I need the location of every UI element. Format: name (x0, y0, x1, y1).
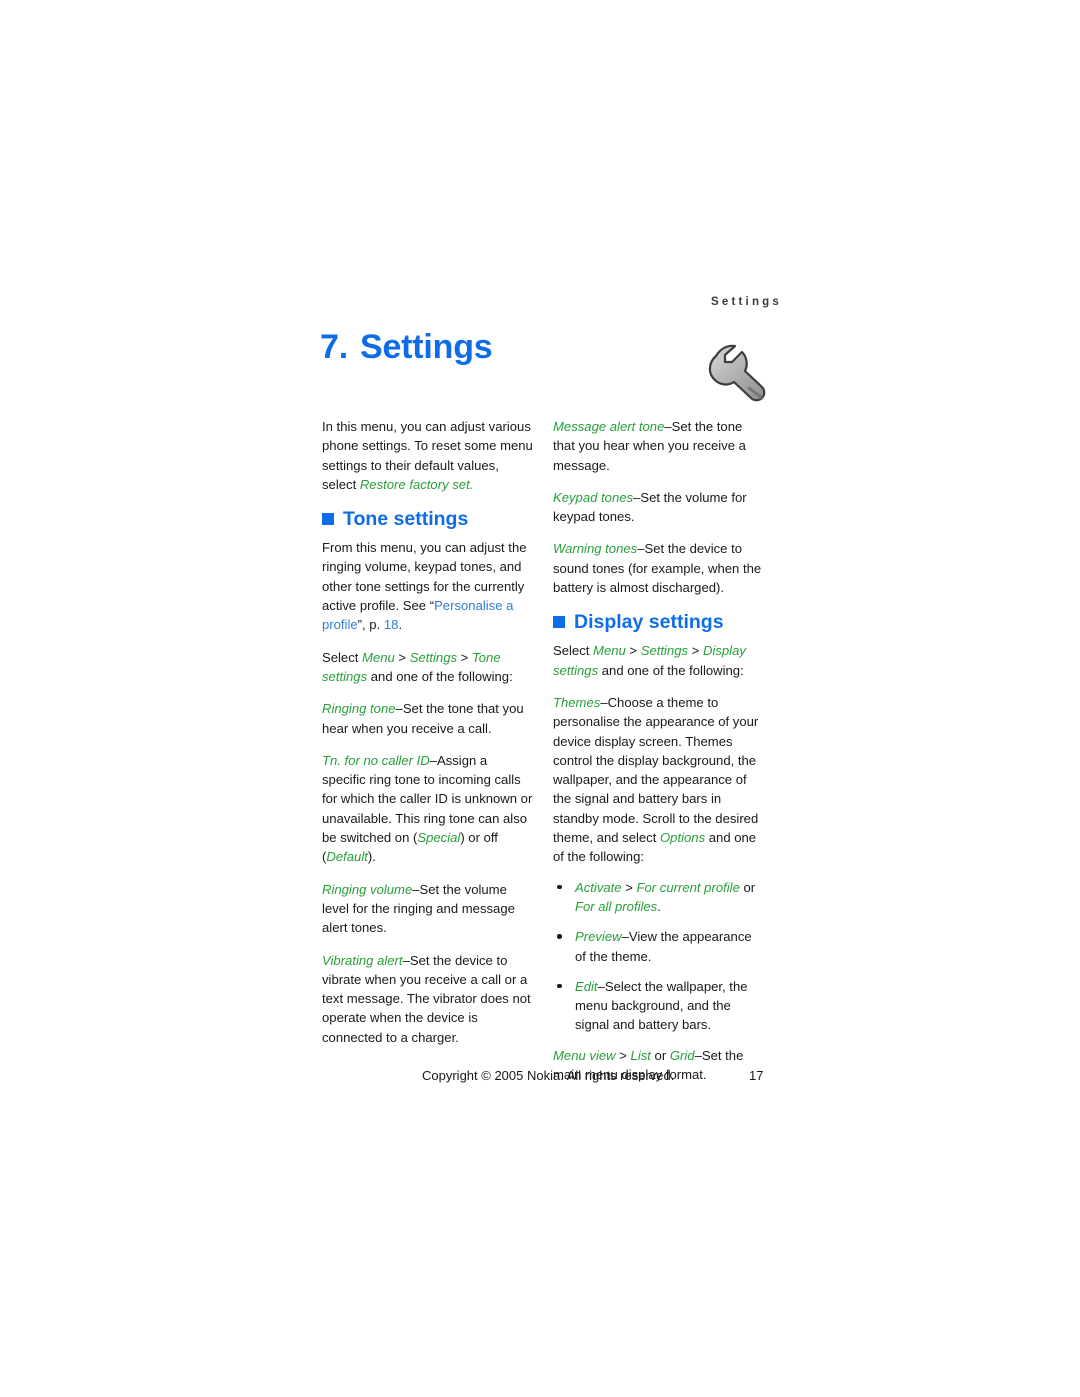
tone-intro-text-2: ”, p. (357, 617, 384, 633)
section-heading-tone-settings: Tone settings (322, 507, 534, 531)
right-column: Message alert tone–Set the tone that you… (553, 417, 765, 1097)
square-bullet-icon (322, 513, 334, 526)
list-item: Activate > For current profile or For al… (553, 878, 765, 917)
item-keypad-tones: Keypad tones–Set the volume for keypad t… (553, 488, 765, 527)
term-themes: Themes (553, 694, 601, 710)
left-column: In this menu, you can adjust various pho… (322, 417, 534, 1060)
term-activate: Activate (575, 879, 622, 895)
bullet-dot-icon (557, 934, 562, 939)
document-page: Settings 7. Settings In this menu, you ca… (0, 0, 1080, 1397)
path-separator-2: > (457, 649, 472, 665)
term-vibrating-alert: Vibrating alert (322, 952, 403, 968)
bullet-separator: > (621, 879, 637, 895)
page-number: 17 (749, 1068, 764, 1083)
term-for-current-profile: For current profile (636, 879, 740, 895)
desc-edit: –Select the wallpaper, the menu backgrou… (575, 978, 748, 1033)
list-item: Edit–Select the wallpaper, the menu back… (553, 977, 765, 1035)
copyright-notice: Copyright © 2005 Nokia. All rights reser… (422, 1068, 675, 1083)
item-tn-for-no-caller-id: Tn. for no caller ID–Assign a specific r… (322, 751, 534, 867)
item-vibrating-alert: Vibrating alert–Set the device to vibrat… (322, 951, 534, 1047)
link-page-18[interactable]: 18 (384, 617, 399, 632)
term-menu-view: Menu view (553, 1047, 616, 1063)
option-default: Default (326, 849, 368, 865)
list-item: Preview–View the appearance of the theme… (553, 927, 765, 966)
term-list: List (630, 1047, 651, 1063)
bullet-dot-icon (557, 884, 562, 890)
tone-menu-path: Select Menu > Settings > Tone settings a… (322, 648, 534, 687)
square-bullet-icon (553, 616, 565, 629)
page-title: 7. Settings (320, 328, 493, 367)
menu-view-separator: > (615, 1047, 631, 1063)
path-separator-1: > (625, 643, 641, 659)
term-tn-for-no-caller-id: Tn. for no caller ID (322, 752, 430, 768)
section-heading-tone-settings-label: Tone settings (343, 508, 469, 531)
tone-path-prefix: Select (322, 649, 363, 665)
section-heading-display-settings: Display settings (553, 610, 765, 634)
path-separator-2: > (688, 643, 703, 659)
option-special: Special (417, 830, 461, 846)
path-settings: Settings (640, 643, 689, 659)
wrench-icon (694, 340, 768, 402)
tone-intro-paragraph: From this menu, you can adjust the ringi… (322, 538, 534, 634)
term-ringing-tone: Ringing tone (322, 701, 396, 717)
theme-options-list: Activate > For current profile or For al… (553, 878, 765, 1035)
term-grid: Grid (669, 1047, 695, 1063)
chapter-title-text: Settings (359, 328, 493, 366)
running-header: Settings (711, 296, 782, 308)
display-menu-path: Select Menu > Settings > Display setting… (553, 641, 765, 680)
path-menu: Menu (593, 643, 626, 659)
term-preview: Preview (575, 929, 622, 945)
bullet-conjunction: or (739, 879, 756, 895)
item-ringing-volume: Ringing volume–Set the volume level for … (322, 880, 534, 938)
tone-intro-text-3: . (398, 617, 403, 633)
desc-tn-caller-id-3: ). (367, 849, 376, 865)
term-for-all-profiles: For all profiles (575, 898, 658, 914)
term-options: Options (660, 830, 706, 846)
item-message-alert-tone: Message alert tone–Set the tone that you… (553, 417, 765, 475)
bullet-dot-icon (557, 983, 562, 989)
item-ringing-tone: Ringing tone–Set the tone that you hear … (322, 699, 534, 738)
display-path-prefix: Select (553, 643, 594, 659)
item-themes: Themes–Choose a theme to personalise the… (553, 693, 765, 867)
menu-view-conjunction: or (650, 1047, 670, 1063)
tone-path-suffix: and one of the following: (367, 668, 513, 684)
term-restore-factory-set: Restore factory set. (359, 476, 474, 492)
term-keypad-tones: Keypad tones (553, 489, 634, 505)
intro-paragraph: In this menu, you can adjust various pho… (322, 417, 534, 494)
term-ringing-volume: Ringing volume (322, 881, 413, 897)
term-message-alert-tone: Message alert tone (553, 419, 665, 434)
path-separator-1: > (394, 649, 410, 665)
display-path-suffix: and one of the following: (598, 662, 744, 678)
path-menu: Menu (362, 649, 395, 665)
path-settings: Settings (409, 649, 458, 665)
desc-themes-1: –Choose a theme to personalise the appea… (553, 694, 759, 846)
bullet-period: . (657, 898, 661, 914)
term-edit: Edit (575, 978, 598, 994)
chapter-number: 7. (320, 328, 348, 366)
item-warning-tones: Warning tones–Set the device to sound to… (553, 539, 765, 597)
section-heading-display-settings-label: Display settings (574, 611, 724, 634)
term-warning-tones: Warning tones (553, 541, 638, 557)
